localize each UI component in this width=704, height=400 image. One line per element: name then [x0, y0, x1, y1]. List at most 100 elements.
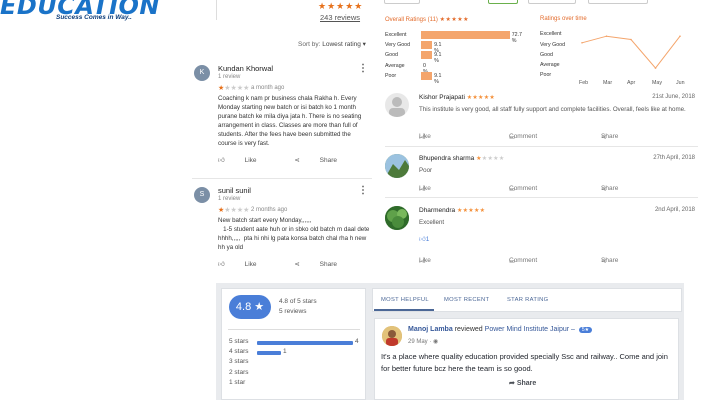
review-time: a month ago	[251, 85, 285, 91]
reviewer-name[interactable]: Kundan Khorwal	[218, 64, 273, 73]
rating-bar-fill	[421, 72, 433, 80]
page-link[interactable]: Power Mind Institute Jaipur –	[485, 326, 575, 333]
rating-bar-fill	[421, 41, 433, 49]
share-button[interactable]: ⋖ Share	[294, 157, 355, 164]
star-row-label: 5 stars	[229, 338, 249, 345]
star-row-count: 1	[283, 348, 287, 355]
comment-date: 21st June, 2018	[652, 94, 695, 100]
star-row-label: 3 stars	[229, 358, 249, 365]
avatar[interactable]	[385, 154, 409, 178]
rating-bar-fill	[421, 51, 433, 59]
level-label: Excellent	[540, 31, 562, 37]
star-row-label: 2 stars	[229, 369, 249, 376]
review-actions: 👍︎ Like ⋖ Share	[218, 156, 373, 164]
reviewer-name[interactable]: sunil sunil	[218, 186, 251, 195]
divider	[385, 146, 698, 147]
rating-bar-label: Good	[385, 52, 398, 58]
rating-trend-point	[605, 35, 608, 37]
panel-button[interactable]	[488, 0, 518, 4]
review-stars: ★★★★★	[218, 85, 250, 92]
divider	[216, 0, 217, 20]
more-options-icon[interactable]: ⋮	[358, 63, 368, 74]
divider	[228, 329, 360, 330]
tab-most-helpful[interactable]: MOST HELPFUL	[381, 297, 429, 303]
author-link[interactable]: Manoj Lamba	[408, 326, 453, 333]
divider	[192, 178, 372, 179]
commenter: Kishor Prajapati ★★★★★	[419, 94, 496, 101]
rating-badge: 5★	[578, 327, 593, 333]
score-badge: 4.8 ★	[229, 295, 271, 319]
month-label: May	[652, 80, 663, 86]
reviewer-count: 1 review	[218, 74, 241, 80]
rating-bar-label: Excellent	[385, 32, 407, 38]
star-row-bar	[257, 351, 281, 355]
share-icon: ⋖	[294, 261, 300, 268]
post-date[interactable]: 29 May · ◉	[408, 338, 438, 345]
rating-bar-label: Poor	[385, 73, 397, 79]
month-label: Jun	[676, 80, 685, 86]
divider	[385, 197, 698, 198]
star-row-count: 4	[355, 338, 359, 345]
like-count[interactable]: 👍︎1	[419, 235, 429, 243]
rating-bar-label: Very Good	[385, 42, 411, 48]
tab-star-rating[interactable]: STAR RATING	[507, 297, 548, 303]
review-actions: 👍︎ Like ⋖ Share	[218, 260, 373, 268]
comment-card: Kishor Prajapati ★★★★★ 21st June, 2018 T…	[385, 93, 700, 149]
month-label: Feb	[579, 80, 589, 86]
rating-trend-point	[630, 38, 632, 41]
review-text: Coaching k nam pr business chala Rakha h…	[218, 95, 362, 147]
avatar[interactable]	[382, 326, 402, 346]
rating-bar-pct: 9.1 %	[434, 52, 442, 64]
review-stars: ★★★★★	[218, 207, 250, 214]
level-label: Average	[540, 62, 560, 68]
month-label: Mar	[603, 80, 613, 86]
comment-text: Excellent	[419, 219, 445, 226]
level-label: Very Good	[540, 42, 566, 48]
comment-card: Bhupendra sharma ★★★★★ 27th April, 2018 …	[385, 154, 700, 196]
rating-stars: ★★★★★	[318, 1, 364, 11]
rating-bar-pct: 9.1 %	[434, 73, 442, 85]
panel-button[interactable]	[528, 0, 576, 4]
thumbs-up-icon: 👍︎	[419, 236, 426, 243]
active-tab-indicator	[374, 309, 434, 311]
panel-button[interactable]	[384, 0, 420, 4]
avatar[interactable]: K	[194, 65, 210, 81]
like-button[interactable]: 👍︎ Like	[218, 157, 275, 164]
sort-dropdown[interactable]: Sort by: Lowest rating ▾	[298, 40, 366, 48]
rating-trend-point	[581, 42, 583, 44]
like-button[interactable]: 👍︎ Like	[218, 261, 275, 268]
avatar[interactable]: S	[194, 187, 210, 203]
more-options-icon[interactable]: ⋮	[358, 185, 368, 196]
review-text: New batch start every Monday,,,,,, 1-5 s…	[218, 217, 370, 251]
reviews-count-link[interactable]: 243 reviews	[320, 13, 360, 22]
panel-button[interactable]	[588, 0, 648, 4]
share-button[interactable]: ➦ Share	[509, 379, 536, 387]
level-label: Good	[540, 52, 553, 58]
comment-text: Poor	[419, 167, 433, 174]
thumbs-up-icon: 👍︎	[218, 157, 225, 164]
share-button[interactable]: ⋖ Share	[294, 261, 355, 268]
review-card: S sunil sunil 1 review ⋮ ★★★★★ 2 months …	[194, 185, 374, 277]
commenter: Bhupendra sharma ★★★★★	[419, 155, 505, 162]
post-header: Manoj Lamba reviewed Power Mind Institut…	[408, 326, 593, 333]
star-row-bar	[257, 341, 353, 345]
share-icon: ⋖	[294, 157, 300, 164]
comment-date: 2nd April, 2018	[654, 207, 695, 213]
month-label: Apr	[627, 80, 636, 86]
review-time: 2 months ago	[251, 207, 288, 213]
comment-text: This institute is very good, all staff f…	[419, 106, 686, 113]
sort-label: Sort by:	[298, 41, 321, 48]
rating-bar-fill	[421, 31, 510, 39]
share-arrow-icon: ➦	[509, 380, 515, 387]
tab-most-recent[interactable]: MOST RECENT	[444, 297, 489, 303]
rating-bar-pct: 72.7 %	[511, 32, 522, 44]
logo-tagline: Success Comes in Way..	[56, 14, 132, 21]
comment-card: Dharmendra ★★★★★ 2nd April, 2018 Excelle…	[385, 206, 700, 268]
score-text: 4.8 of 5 stars 5 reviews	[279, 298, 317, 315]
avatar[interactable]	[385, 206, 409, 230]
post-text: It's a place where quality education pro…	[381, 352, 668, 373]
avatar[interactable]	[385, 93, 409, 117]
star-row-label: 1 star	[229, 379, 246, 386]
ratings-over-time-chart	[581, 35, 681, 69]
review-card: K Kundan Khorwal 1 review ⋮ ★★★★★ a mont…	[194, 63, 374, 175]
